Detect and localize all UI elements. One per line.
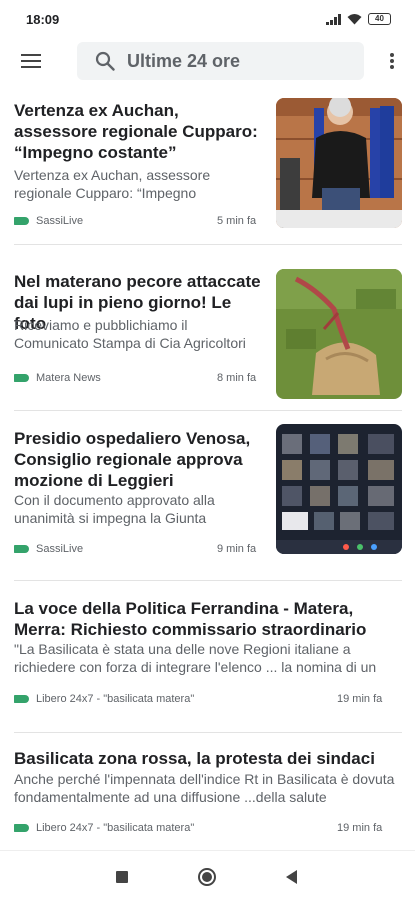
article-title: Presidio ospedaliero Venosa, Consiglio r… <box>14 429 251 490</box>
article-card[interactable]: Basilicata zona rossa, la protesta dei s… <box>0 742 415 848</box>
status-time: 18:09 <box>26 11 60 27</box>
article-card[interactable]: Vertenza ex Auchan, assessore regionale … <box>0 90 415 238</box>
app-bar: Ultime 24 ore <box>0 38 415 84</box>
more-options-button[interactable] <box>380 46 404 76</box>
wifi-icon <box>347 14 362 25</box>
article-snippet: Con il documento approvato alla unanimit… <box>14 492 215 526</box>
article-card[interactable]: Nel materano pecore attaccate dai lupi i… <box>0 255 415 400</box>
article-thumbnail[interactable] <box>276 269 402 399</box>
recent-apps-icon <box>116 871 128 883</box>
article-title: Vertenza ex Auchan, assessore regionale … <box>14 101 258 162</box>
search-query: Ultime 24 ore <box>127 50 241 71</box>
article-time: 19 min fa <box>337 693 383 705</box>
source-tag-icon <box>14 824 29 832</box>
source-name: SassiLive <box>36 215 84 227</box>
article-card[interactable]: Presidio ospedaliero Venosa, Consiglio r… <box>0 420 415 580</box>
more-vert-icon <box>390 53 394 69</box>
article-source: Libero 24x7 - "basilicata matera" <box>14 693 194 705</box>
divider <box>14 244 402 245</box>
article-source: SassiLive <box>14 543 83 555</box>
article-snippet: Anche perché l'impennata dell'indice Rt … <box>14 771 395 805</box>
menu-icon <box>21 54 41 68</box>
battery-icon: 40 <box>368 13 391 25</box>
battery-level: 40 <box>375 14 384 23</box>
article-card[interactable]: La voce della Politica Ferrandina - Mate… <box>0 590 415 730</box>
source-name: Matera News <box>36 372 101 384</box>
article-time: 9 min fa <box>217 543 257 555</box>
recent-apps-button[interactable] <box>112 867 132 887</box>
search-icon <box>95 51 115 71</box>
status-icons: 40 <box>326 13 391 25</box>
source-name: SassiLive <box>36 543 84 555</box>
back-icon <box>286 870 297 884</box>
article-source: SassiLive <box>14 215 83 227</box>
article-time: 8 min fa <box>217 372 257 384</box>
source-name: Libero 24x7 - "basilicata matera" <box>36 822 195 834</box>
article-snippet: Vertenza ex Auchan, assessore regionale … <box>14 167 211 201</box>
article-time: 5 min fa <box>217 215 257 227</box>
article-source: Libero 24x7 - "basilicata matera" <box>14 822 194 834</box>
back-button[interactable] <box>282 867 302 887</box>
home-icon <box>198 868 216 886</box>
article-thumbnail[interactable] <box>276 98 402 228</box>
search-bar[interactable]: Ultime 24 ore <box>77 42 364 80</box>
menu-button[interactable] <box>16 46 46 76</box>
article-title: Basilicata zona rossa, la protesta dei s… <box>14 749 375 768</box>
system-nav-bar <box>0 850 415 901</box>
source-tag-icon <box>14 695 29 703</box>
source-name: Libero 24x7 - "basilicata matera" <box>36 693 195 705</box>
article-thumbnail[interactable] <box>276 424 402 554</box>
signal-icon <box>326 13 341 25</box>
home-button[interactable] <box>197 867 217 887</box>
article-time: 19 min fa <box>337 822 383 834</box>
article-snippet: "La Basilicata è stata una delle nove Re… <box>14 641 377 675</box>
source-tag-icon <box>14 217 29 225</box>
article-title: La voce della Politica Ferrandina - Mate… <box>14 599 367 639</box>
source-tag-icon <box>14 374 29 382</box>
divider <box>14 410 402 411</box>
source-tag-icon <box>14 545 29 553</box>
status-bar: 18:09 40 <box>0 0 415 38</box>
article-snippet: Riceviamo e pubblichiamo il Comunicato S… <box>14 317 246 351</box>
article-source: Matera News <box>14 372 101 384</box>
divider <box>14 732 402 733</box>
divider <box>14 580 402 581</box>
